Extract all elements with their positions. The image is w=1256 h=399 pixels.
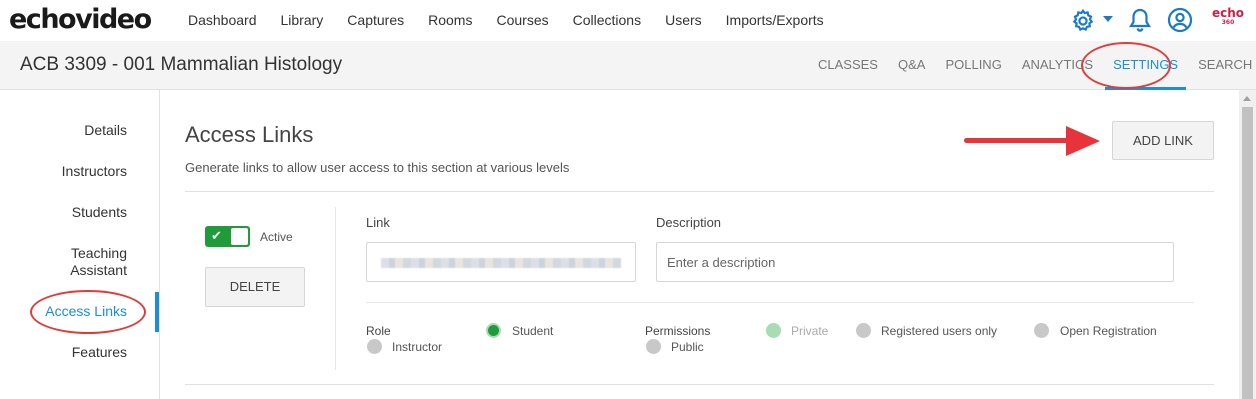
description-input[interactable] — [656, 242, 1174, 282]
course-tabs: CLASSES Q&A POLLING ANALYTICS SETTINGS S… — [818, 57, 1256, 90]
nav-captures[interactable]: Captures — [347, 12, 404, 28]
top-navbar: echovideo Dashboard Library Captures Roo… — [0, 0, 1256, 41]
role-label: Role — [366, 324, 391, 338]
gear-icon[interactable] — [1070, 8, 1096, 34]
annotation-circle-settings — [1081, 42, 1171, 89]
delete-button[interactable]: DELETE — [205, 267, 305, 307]
nav-rooms[interactable]: Rooms — [428, 12, 472, 28]
radio-student-label: Student — [512, 324, 554, 338]
link-label: Link — [366, 215, 390, 230]
settings-sidebar: Details Instructors Students Teaching As… — [0, 90, 160, 399]
add-link-button[interactable]: ADD LINK — [1112, 121, 1214, 160]
course-title: ACB 3309 - 001 Mammalian Histology — [20, 54, 343, 75]
vertical-scrollbar[interactable] — [1239, 90, 1256, 399]
tab-search[interactable]: SEARCH — [1198, 57, 1252, 72]
permissions-label: Permissions — [645, 324, 711, 338]
nav-library[interactable]: Library — [281, 12, 324, 28]
radio-student[interactable] — [486, 323, 501, 338]
nav-courses[interactable]: Courses — [496, 12, 548, 28]
sidebar-item-details[interactable]: Details — [84, 122, 127, 139]
echo360-logo-text: echo — [1211, 6, 1245, 20]
divider — [366, 302, 1194, 303]
vertical-divider — [335, 207, 336, 370]
radio-open-registration-label: Open Registration — [1060, 324, 1157, 338]
radio-registered-users-label: Registered users only — [881, 324, 998, 338]
description-label: Description — [656, 215, 722, 230]
page-subtitle: Generate links to allow user access to t… — [185, 160, 570, 175]
nav-imports-exports[interactable]: Imports/Exports — [726, 12, 824, 28]
active-toggle[interactable]: ✔ — [205, 226, 250, 247]
page-title: Access Links — [185, 122, 314, 147]
active-label: Active — [260, 230, 293, 244]
user-profile-icon[interactable] — [1167, 7, 1193, 33]
sidebar-active-indicator — [155, 292, 159, 332]
nav-users[interactable]: Users — [665, 12, 702, 28]
link-value-redacted — [381, 258, 621, 268]
link-field[interactable] — [366, 242, 636, 282]
echo360-logo-sub: 360 — [1221, 19, 1235, 26]
radio-open-registration[interactable] — [1034, 323, 1049, 338]
scrollbar-thumb[interactable] — [1242, 107, 1253, 399]
tab-classes[interactable]: CLASSES — [818, 57, 878, 72]
annotation-arrow-shaft — [964, 138, 1070, 143]
annotation-arrow-head-icon — [1066, 126, 1100, 156]
radio-public[interactable] — [646, 339, 661, 354]
sidebar-item-teaching-assistant[interactable]: Teaching Assistant — [47, 245, 127, 279]
nav-dashboard[interactable]: Dashboard — [188, 12, 257, 28]
sidebar-item-features[interactable]: Features — [72, 344, 127, 361]
checkmark-icon: ✔ — [211, 229, 222, 244]
chevron-down-icon[interactable] — [1103, 16, 1113, 22]
radio-registered-users[interactable] — [856, 323, 871, 338]
scroll-up-arrow-icon[interactable] — [1243, 96, 1251, 101]
echo360-logo[interactable]: echo 360 — [1210, 7, 1246, 26]
radio-instructor[interactable] — [367, 339, 382, 354]
radio-private-label: Private — [791, 324, 829, 338]
divider — [185, 191, 1214, 192]
echovideo-logo[interactable]: echovideo — [9, 4, 152, 35]
annotation-circle-access-links — [30, 290, 146, 334]
course-header: ACB 3309 - 001 Mammalian Histology CLASS… — [0, 41, 1256, 90]
radio-private — [766, 323, 781, 338]
radio-instructor-label: Instructor — [392, 340, 443, 354]
sidebar-item-instructors[interactable]: Instructors — [62, 163, 127, 180]
toggle-knob — [231, 228, 248, 245]
sidebar-item-students[interactable]: Students — [72, 204, 127, 221]
main-nav: Dashboard Library Captures Rooms Courses… — [188, 12, 848, 28]
tab-polling[interactable]: POLLING — [945, 57, 1001, 72]
nav-collections[interactable]: Collections — [573, 12, 641, 28]
divider — [185, 384, 1214, 385]
radio-public-label: Public — [671, 340, 704, 354]
bell-icon[interactable] — [1128, 7, 1152, 33]
tab-qa[interactable]: Q&A — [898, 57, 925, 72]
